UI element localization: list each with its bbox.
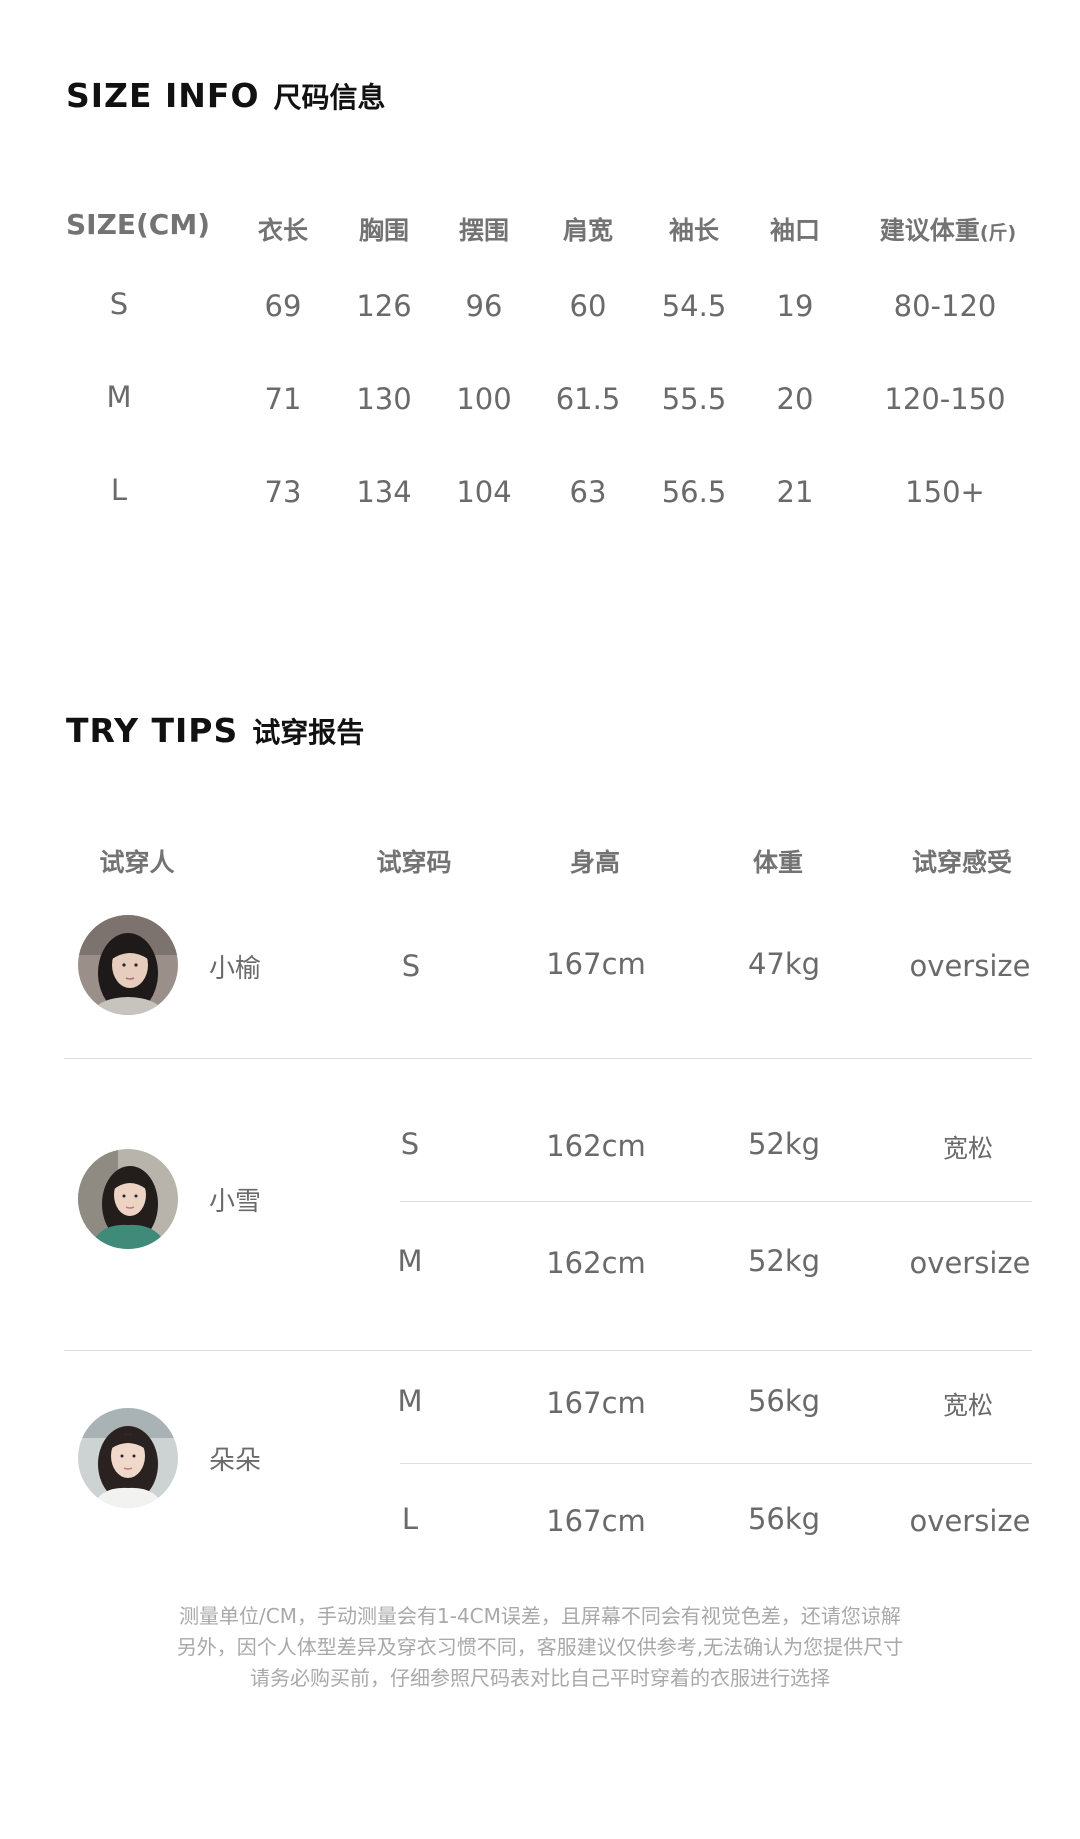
size-value: 73 [264,475,302,509]
row-divider [64,1350,1032,1351]
tester-photo-icon [78,1408,178,1508]
sub-row-divider [400,1201,1032,1202]
size-col-header: 袖口 [769,216,821,245]
size-weight: 150+ [905,475,985,509]
try-tips-title-cn: 试穿报告 [252,716,365,749]
size-value: 71 [264,382,302,416]
size-col-header: 衣长 [257,216,309,245]
tester-name: 朵朵 [209,1446,262,1476]
size-label: L [110,473,128,507]
sub-row-divider [400,1463,1032,1464]
try-weight: 52kg [747,1127,821,1161]
tester-avatar [78,915,178,1015]
try-size: S [400,1127,420,1161]
note-line: 另外，因个人体型差异及穿衣习惯不同，客服建议仅供参考,无法确认为您提供尺寸 [176,1635,904,1659]
try-weight: 52kg [747,1244,821,1278]
try-height: 167cm [546,947,646,981]
try-size: M [397,1384,423,1418]
size-header-label: SIZE(CM) [66,208,211,241]
try-tips-title-en: TRY TIPS [66,711,239,750]
try-tips-title: TRY TIPS 试穿报告 [66,711,364,751]
size-weight: 80-120 [893,289,997,323]
size-value: 61.5 [555,382,621,416]
size-value: 126 [356,289,412,323]
try-size: S [401,949,421,983]
size-value: 19 [776,289,814,323]
try-size: M [397,1244,423,1278]
size-col-header: 肩宽 [562,216,614,245]
size-value: 69 [264,289,302,323]
size-value: 21 [776,475,814,509]
weight-header-unit: (斤) [979,222,1017,244]
size-value: 96 [465,289,503,323]
try-size: L [401,1502,419,1536]
try-col-header: 身高 [569,848,621,877]
try-weight: 47kg [747,947,821,981]
try-weight: 56kg [747,1502,821,1536]
tester-name: 小雪 [209,1187,262,1217]
try-feel: 宽松 [942,1391,994,1420]
try-feel: oversize [909,1504,1031,1538]
size-col-header: 胸围 [358,216,410,245]
try-feel: oversize [909,1246,1031,1280]
try-height: 162cm [546,1246,646,1280]
size-info-title-en: SIZE INFO [66,76,260,115]
size-weight: 120-150 [884,382,1006,416]
tester-photo-icon [78,1149,178,1249]
tester-photo-icon [78,915,178,1015]
size-value: 20 [776,382,814,416]
try-height: 167cm [546,1386,646,1420]
size-col-header: 摆围 [458,216,510,245]
note-line: 测量单位/CM，手动测量会有1-4CM误差，且屏幕不同会有视觉色差，还请您谅解 [179,1604,901,1628]
try-weight: 56kg [747,1384,821,1418]
try-feel: 宽松 [942,1134,994,1163]
tester-avatar [78,1408,178,1508]
size-value: 55.5 [661,382,727,416]
note-line: 请务必购买前，仔细参照尺码表对比自己平时穿着的衣服进行选择 [250,1666,830,1690]
try-height: 162cm [546,1129,646,1163]
try-col-header: 试穿码 [376,848,452,877]
weight-col-header: 建议体重(斤) [880,211,1016,247]
row-divider [64,1058,1032,1059]
weight-header-label: 建议体重 [879,216,980,245]
size-value: 63 [569,475,607,509]
size-info-title: SIZE INFO 尺码信息 [66,76,386,116]
size-value: 60 [569,289,607,323]
size-label: M [106,380,132,414]
size-col-header: 袖长 [668,216,720,245]
try-height: 167cm [546,1504,646,1538]
try-col-header: 体重 [752,848,804,877]
size-value: 100 [456,382,512,416]
try-col-header: 试穿人 [99,848,175,877]
size-value: 54.5 [661,289,727,323]
tester-name: 小榆 [209,954,262,984]
size-value: 130 [356,382,412,416]
size-value: 56.5 [661,475,727,509]
size-info-title-cn: 尺码信息 [273,81,386,114]
try-col-header: 试穿感受 [911,848,1013,877]
size-value: 104 [456,475,512,509]
try-feel: oversize [909,949,1031,983]
tester-avatar [78,1149,178,1249]
size-value: 134 [356,475,412,509]
size-label: S [109,287,129,321]
measurement-note: 测量单位/CM，手动测量会有1-4CM误差，且屏幕不同会有视觉色差，还请您谅解 … [0,1601,1080,1694]
